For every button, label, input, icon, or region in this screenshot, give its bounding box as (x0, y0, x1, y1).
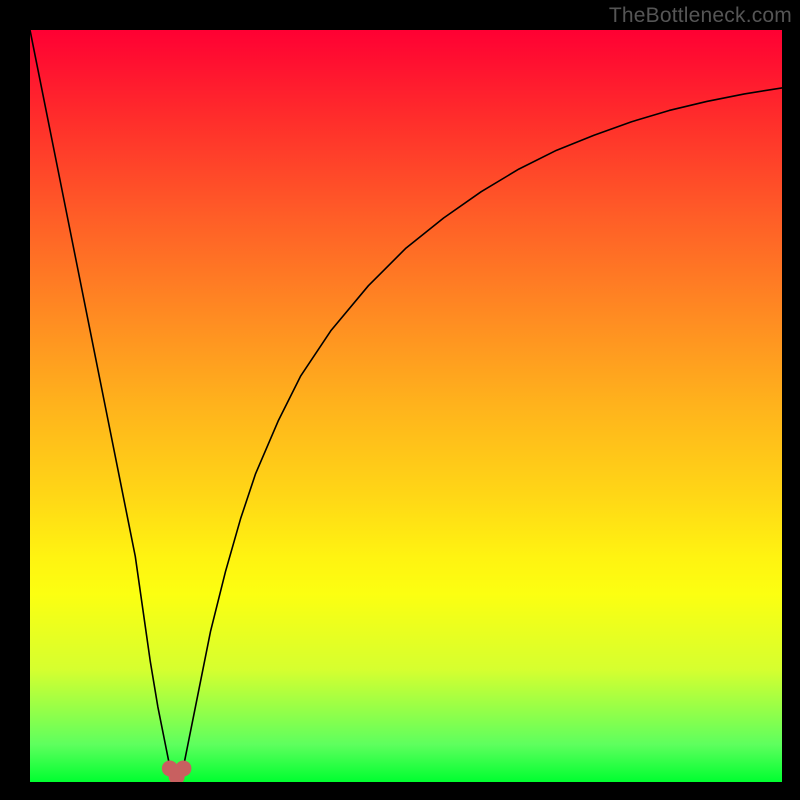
chart-svg (30, 30, 782, 782)
bottleneck-curve (30, 30, 782, 777)
bottleneck-markers (162, 760, 192, 782)
watermark-text: TheBottleneck.com (609, 4, 792, 28)
chart-plot-area (30, 30, 782, 782)
chart-frame: TheBottleneck.com (0, 0, 800, 800)
